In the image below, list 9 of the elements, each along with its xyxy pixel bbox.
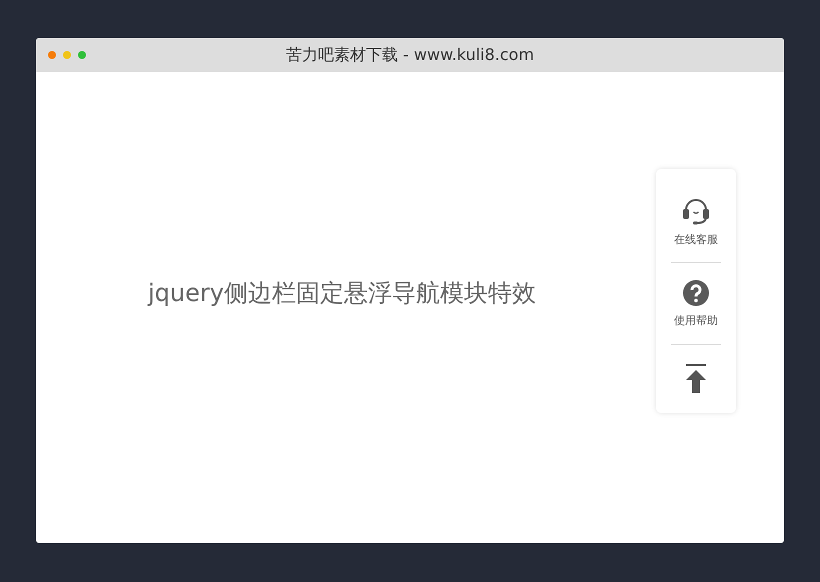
window-title: 苦力吧素材下载 - www.kuli8.com bbox=[286, 44, 534, 66]
back-to-top-icon[interactable] bbox=[685, 364, 707, 394]
sidebar-label[interactable]: 使用帮助 bbox=[674, 312, 718, 328]
window-control-dot[interactable] bbox=[48, 51, 56, 59]
window-control-dot[interactable] bbox=[78, 51, 86, 59]
sidebar-label[interactable]: 在线客服 bbox=[674, 232, 718, 247]
page-heading: jquery侧边栏固定悬浮导航模块特效 bbox=[148, 278, 536, 309]
help-icon[interactable] bbox=[682, 278, 710, 307]
window-control-dot[interactable] bbox=[63, 51, 71, 59]
